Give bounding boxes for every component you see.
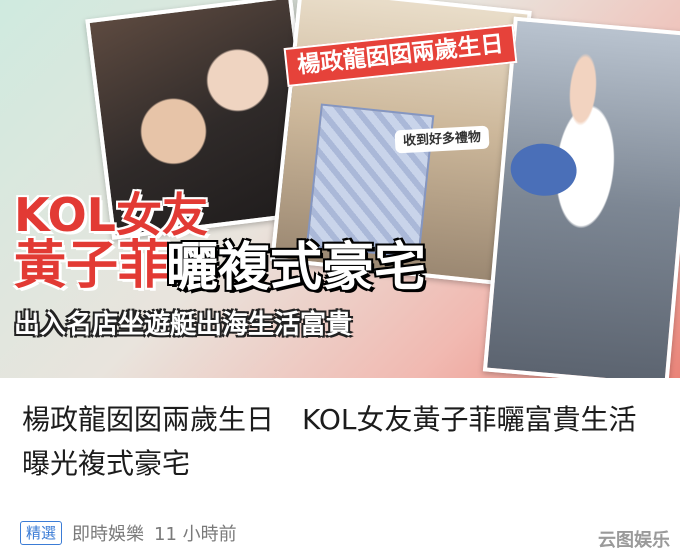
news-card[interactable]: 楊政龍囡囡兩歲生日 收到好多禮物 KOL女友 黃子菲 曬複式豪宅 出入名店坐遊艇…: [0, 0, 680, 557]
hero-image[interactable]: 楊政龍囡囡兩歲生日 收到好多禮物 KOL女友 黃子菲 曬複式豪宅 出入名店坐遊艇…: [0, 0, 680, 378]
hero-headline-line1: KOL女友: [14, 188, 208, 242]
hero-sticker: 收到好多禮物: [394, 125, 490, 154]
hero-subline: 出入名店坐遊艇出海生活富貴: [14, 310, 353, 340]
gift-box-graphic: [305, 103, 435, 259]
hero-headline-line2-red: 黃子菲: [14, 236, 171, 296]
article-time: 11 小時前: [154, 524, 237, 545]
plush-toy-graphic: [508, 140, 579, 199]
watermark: 云图娱乐: [598, 530, 670, 551]
article-title[interactable]: 楊政龍囡囡兩歲生日 KOL女友黃子菲曬富貴生活曝光複式豪宅: [22, 398, 662, 486]
woman-photo: [482, 16, 680, 378]
article-meta: 精選 即時娛樂 11 小時前: [20, 520, 237, 546]
featured-badge: 精選: [20, 521, 63, 545]
hero-headline-line2-white: 曬複式豪宅: [166, 238, 427, 298]
article-source[interactable]: 即時娛樂: [72, 520, 144, 546]
